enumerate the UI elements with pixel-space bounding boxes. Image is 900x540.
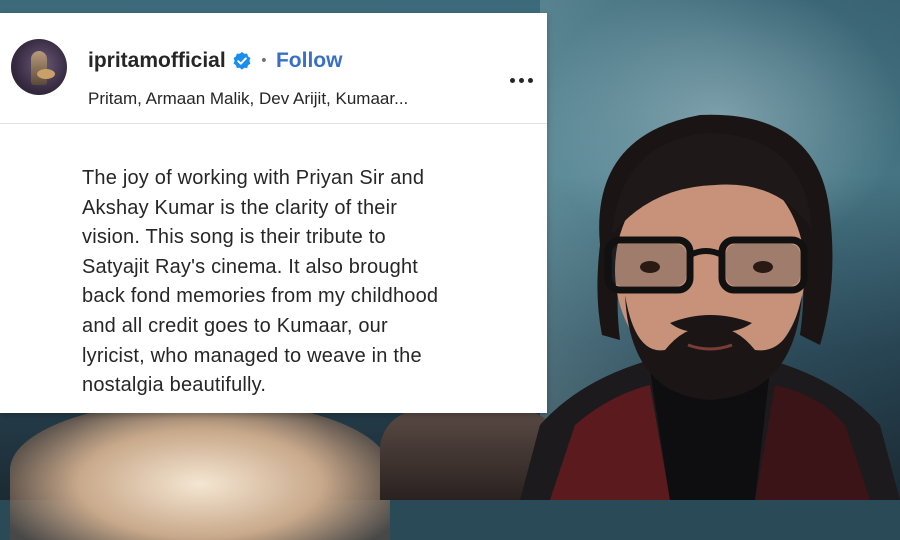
- caption-line: Akshay Kumar is the clarity of their: [82, 196, 398, 219]
- avatar[interactable]: [11, 39, 67, 95]
- separator-dot: •: [259, 53, 268, 69]
- caption-line: The joy of working with Priyan Sir and: [82, 167, 425, 189]
- avatar-guitar: [37, 69, 55, 79]
- caption-line: nostalgia beautifully.: [82, 374, 267, 397]
- avatar-figure: [31, 51, 47, 85]
- background-lamp: [10, 400, 390, 540]
- post-caption: The joy of working with Priyan Sir and A…: [82, 164, 532, 401]
- more-options-icon[interactable]: [510, 75, 538, 85]
- verified-badge-icon: [232, 51, 252, 71]
- person-photo: [520, 95, 900, 500]
- caption-line: and all credit goes to Kumaar, our: [82, 314, 388, 337]
- caption-line: back fond memories from my childhood: [82, 285, 439, 308]
- post-header: ipritamofficial • Follow Pritam, Armaan …: [0, 13, 547, 124]
- collaborators-text[interactable]: Pritam, Armaan Malik, Dev Arijit, Kumaar…: [88, 89, 408, 109]
- username-link[interactable]: ipritamofficial: [88, 49, 226, 73]
- instagram-post-card: ipritamofficial • Follow Pritam, Armaan …: [0, 13, 547, 413]
- follow-button[interactable]: Follow: [276, 49, 343, 73]
- username-row: ipritamofficial • Follow: [88, 49, 342, 73]
- caption-line: Satyajit Ray's cinema. It also brought: [82, 255, 419, 278]
- caption-line: lyricist, who managed to weave in the: [82, 344, 422, 367]
- caption-line: vision. This song is their tribute to: [82, 226, 386, 249]
